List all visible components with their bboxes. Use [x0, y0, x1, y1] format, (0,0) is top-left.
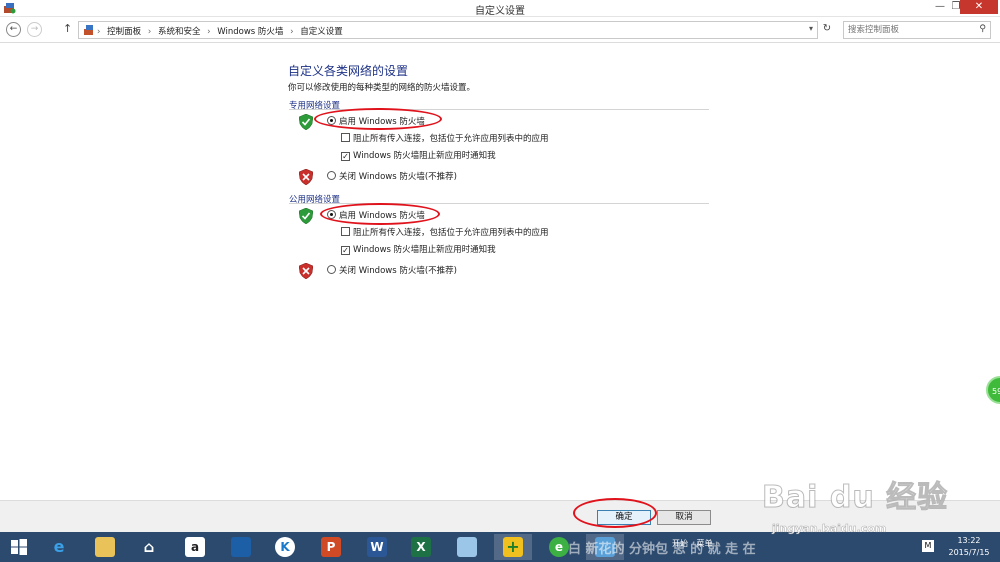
page-description: 你可以修改使用的每种类型的网络的防火墙设置。: [288, 83, 476, 93]
windows-logo-icon: [11, 539, 27, 555]
breadcrumb-separator-icon: ›: [97, 27, 101, 37]
search-box[interactable]: ⚲: [843, 21, 991, 39]
control-panel-icon: [84, 25, 93, 35]
back-arrow-icon: ←: [9, 24, 18, 34]
tray-start-label[interactable]: 开始: [672, 538, 688, 549]
taskbar-control-panel[interactable]: [586, 534, 624, 560]
search-input[interactable]: [848, 23, 968, 37]
green-shield-icon: [299, 208, 313, 224]
taskbar-paint[interactable]: [448, 534, 486, 560]
chevron-down-icon[interactable]: ▾: [809, 24, 813, 33]
breadcrumb: › 控制面板 › 系统和安全 › Windows 防火墙 › 自定义设置: [97, 25, 347, 37]
tray-menu-label[interactable]: 菜单: [697, 538, 713, 549]
taskbar-powerpoint[interactable]: P: [312, 534, 350, 560]
taskbar-file-explorer[interactable]: [86, 534, 124, 560]
clock-date: 2015/7/15: [948, 548, 990, 557]
taskbar-word[interactable]: W: [358, 534, 396, 560]
taskbar-amazon[interactable]: a: [176, 534, 214, 560]
main-content: 自定义各类网络的设置 你可以修改使用的每种类型的网络的防火墙设置。 专用网络设置…: [0, 44, 1000, 500]
checkbox[interactable]: [341, 133, 350, 142]
plus-shield-icon: +: [503, 537, 523, 557]
close-button[interactable]: ✕: [960, 0, 998, 14]
public-disable-firewall-radio[interactable]: 关闭 Windows 防火墙(不推荐): [327, 264, 457, 276]
checkbox-checked[interactable]: ✓: [341, 246, 350, 255]
breadcrumb-separator-icon: ›: [290, 27, 294, 37]
paint-icon: [457, 537, 477, 557]
breadcrumb-item-custom-settings[interactable]: 自定义设置: [300, 27, 343, 37]
checkbox-checked[interactable]: ✓: [341, 152, 350, 161]
powerpoint-icon: P: [321, 537, 341, 557]
taskbar-ie[interactable]: e: [40, 534, 78, 560]
private-notify-label: Windows 防火墙阻止新应用时通知我: [353, 151, 496, 161]
dialog-button-bar: 确定 取消: [0, 498, 1000, 532]
breadcrumb-item-system-security[interactable]: 系统和安全: [158, 27, 201, 37]
clock-time: 13:22: [957, 536, 981, 545]
k-app-icon: K: [275, 537, 295, 557]
up-arrow-icon: ↑: [63, 22, 73, 35]
taskbar: e ⌂ a K P W X + e 开始 菜单 M 13:22 2015/7/1…: [0, 532, 1000, 562]
back-button[interactable]: ←: [6, 22, 21, 37]
forward-button[interactable]: →: [27, 22, 42, 37]
internet-explorer-icon: e: [53, 537, 65, 556]
home-icon: ⌂: [143, 538, 155, 556]
annotation-ellipse: [320, 203, 440, 225]
folder-icon: [95, 537, 115, 557]
excel-icon: X: [411, 537, 431, 557]
annotation-ellipse: [314, 108, 442, 130]
title-bar: 自定义设置 — ❐ ✕: [0, 0, 1000, 17]
public-block-label: 阻止所有传入连接，包括位于允许应用列表中的应用: [353, 228, 549, 238]
private-block-label: 阻止所有传入连接，包括位于允许应用列表中的应用: [353, 134, 549, 144]
search-icon[interactable]: ⚲: [979, 24, 986, 34]
checkbox[interactable]: [341, 227, 350, 236]
monitor-icon: [231, 537, 251, 557]
red-shield-icon: [299, 263, 313, 279]
breadcrumb-item-control-panel[interactable]: 控制面板: [107, 27, 141, 37]
public-notify-checkbox[interactable]: ✓ Windows 防火墙阻止新应用时通知我: [341, 243, 496, 255]
breadcrumb-separator-icon: ›: [147, 27, 152, 37]
refresh-button[interactable]: ↻: [820, 21, 834, 39]
taskbar-home[interactable]: ⌂: [130, 534, 168, 560]
taskbar-k-app[interactable]: K: [266, 534, 304, 560]
red-shield-icon: [299, 169, 313, 185]
private-block-all-checkbox[interactable]: 阻止所有传入连接，包括位于允许应用列表中的应用: [341, 132, 549, 144]
taskbar-excel[interactable]: X: [402, 534, 440, 560]
word-icon: W: [367, 537, 387, 557]
radio-button[interactable]: [327, 171, 336, 180]
private-disable-label: 关闭 Windows 防火墙(不推荐): [339, 172, 457, 182]
up-button[interactable]: ↑: [63, 22, 72, 35]
taskbar-lenovo[interactable]: [222, 534, 260, 560]
breadcrumb-separator-icon: ›: [207, 27, 211, 37]
start-button[interactable]: [0, 534, 38, 560]
refresh-icon: ↻: [822, 23, 832, 34]
public-block-all-checkbox[interactable]: 阻止所有传入连接，包括位于允许应用列表中的应用: [341, 226, 549, 238]
page-title: 自定义各类网络的设置: [288, 64, 409, 78]
window-title: 自定义设置: [475, 6, 525, 17]
input-method-indicator[interactable]: M: [922, 540, 934, 552]
radio-button[interactable]: [327, 265, 336, 274]
private-notify-checkbox[interactable]: ✓ Windows 防火墙阻止新应用时通知我: [341, 149, 496, 161]
address-field[interactable]: › 控制面板 › 系统和安全 › Windows 防火墙 › 自定义设置 ▾: [78, 21, 818, 39]
forward-arrow-icon: →: [30, 24, 39, 34]
address-bar: ← → ↑ › 控制面板 › 系统和安全 › Windows 防火墙 › 自定义…: [0, 17, 1000, 43]
private-disable-firewall-radio[interactable]: 关闭 Windows 防火墙(不推荐): [327, 170, 457, 182]
system-tray: 开始 菜单: [672, 538, 719, 549]
amazon-icon: a: [185, 537, 205, 557]
browser-icon: e: [549, 537, 569, 557]
taskbar-security-app[interactable]: +: [494, 534, 532, 560]
control-panel-icon: [595, 537, 615, 557]
public-notify-label: Windows 防火墙阻止新应用时通知我: [353, 245, 496, 255]
breadcrumb-item-firewall[interactable]: Windows 防火墙: [217, 27, 283, 37]
green-shield-icon: [299, 114, 313, 130]
cancel-button[interactable]: 取消: [657, 510, 711, 525]
taskbar-browser[interactable]: e: [540, 534, 578, 560]
clock[interactable]: 13:22 2015/7/15: [940, 535, 998, 559]
public-disable-label: 关闭 Windows 防火墙(不推荐): [339, 266, 457, 276]
annotation-ellipse: [573, 498, 657, 528]
